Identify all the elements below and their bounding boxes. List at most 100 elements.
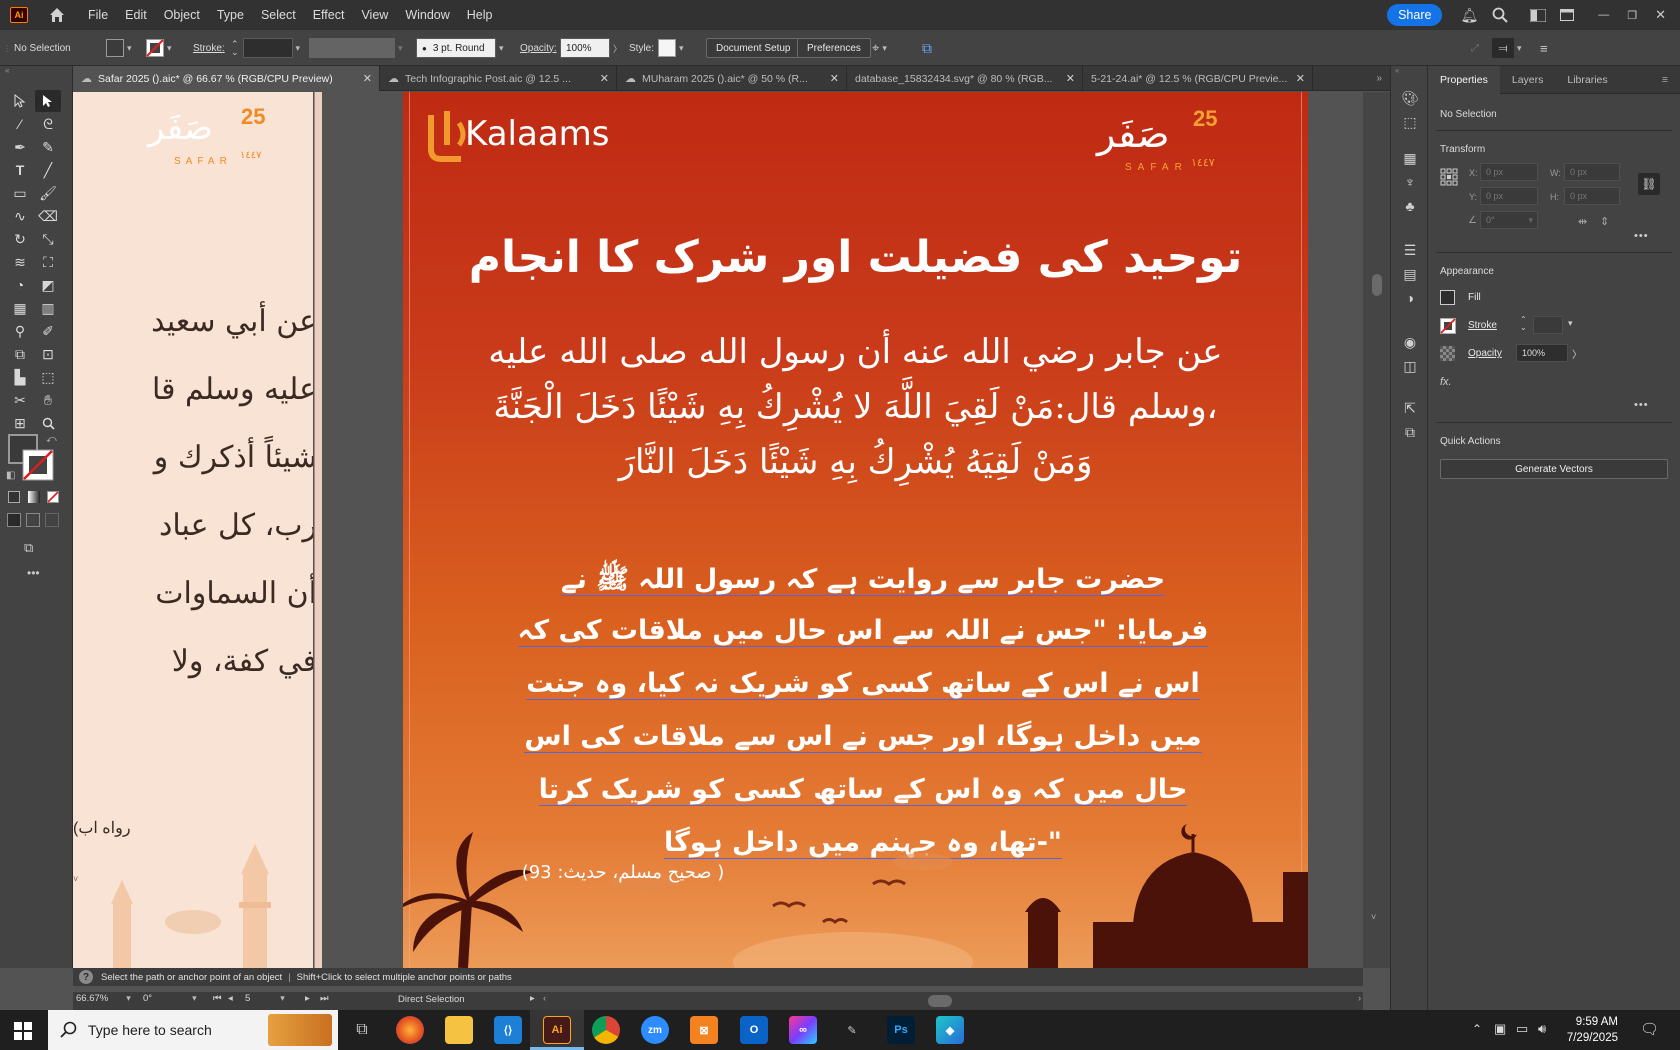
canvas[interactable]: صَفَر 25 SAFAR ١٤٤٧ عن أبي سعيد عليه وسل… [73,92,1390,968]
y-field[interactable]: 0 px [1480,187,1538,205]
gradient-tool-icon[interactable]: ▥ [35,297,61,319]
flip-horizontal-icon[interactable]: ⇹ [1578,215,1587,228]
generate-vectors-button[interactable]: Generate Vectors [1440,459,1668,479]
direct-selection-tool-icon[interactable] [35,90,61,112]
none-mode-icon[interactable] [47,491,59,503]
more-appearance-options-icon[interactable]: ••• [1634,399,1649,411]
next-artboard-icon[interactable]: ▸ [305,993,310,1004]
fill-swatch[interactable]: ▾ [106,30,132,66]
selection-tool-icon[interactable] [7,90,33,112]
free-transform-tool-icon[interactable]: ⛶ [35,251,61,273]
menu-lines-icon[interactable]: ≡ [1540,30,1548,66]
x-field[interactable]: 0 px [1480,163,1538,181]
edit-toolbar-icon[interactable]: ••• [27,566,40,580]
brush-definition-dropdown[interactable]: ● 3 pt. Round ▾ [416,30,504,66]
rotate-tool-icon[interactable]: ↻ [7,228,33,250]
line-tool-icon[interactable]: ╱ [35,159,61,181]
collapse-toolbar-icon[interactable]: « [5,66,9,75]
artboard-tool-icon[interactable]: ⬚ [35,366,61,388]
tab-libraries[interactable]: Libraries [1555,66,1619,94]
minimize-icon[interactable]: — [1598,9,1609,21]
bell-icon[interactable]: 🔔︎ [1460,7,1478,24]
w-field[interactable]: 0 px [1564,163,1620,181]
stroke-color-box[interactable] [22,449,54,481]
xampp-icon[interactable]: ⊠ [690,1016,718,1044]
outlook-icon[interactable]: O [740,1016,768,1044]
angle-field[interactable]: 0° ▾ [1480,211,1538,229]
graphic-style-swatch[interactable]: ▾ [658,30,684,66]
clock[interactable]: 9:59 AM 7/29/2025 [1567,1014,1618,1046]
menu-object[interactable]: Object [164,8,200,22]
image-trace-icon[interactable]: ⬚ [1401,114,1419,130]
zoom-field[interactable]: 66.67% ▾ [76,993,138,1009]
arrange-panel-icon[interactable]: ⫤ ▾ [1492,30,1522,66]
quick-action-icon[interactable]: ⧉ [922,30,932,66]
draw-normal-icon[interactable] [7,513,21,527]
horizontal-scroll-thumb[interactable] [928,995,952,1007]
default-colors-icon[interactable]: ◧ [6,470,15,481]
workspace-switcher-icon[interactable] [1530,8,1547,22]
notifications-icon[interactable]: 🗨︎ [1640,1020,1659,1038]
firefox-icon[interactable] [396,1016,424,1044]
previous-artboard-icon[interactable]: ◂ [228,993,233,1004]
type-tool-icon[interactable]: T [7,159,33,181]
blend-tool-icon[interactable]: ⧉ [7,343,33,365]
last-artboard-icon[interactable]: ⏭ [320,993,329,1004]
opacity-field[interactable]: 100% 〉 [560,30,622,66]
pen-tool-icon[interactable]: ✒ [7,136,33,158]
close-window-icon[interactable]: ✕ [1655,7,1666,23]
artboard-left[interactable]: صَفَر 25 SAFAR ١٤٤٧ عن أبي سعيد عليه وسل… [73,92,313,968]
hidden-icons-chevron-icon[interactable]: ⌃ [1472,1022,1482,1036]
volume-icon[interactable]: 🔊︎ [1538,1021,1546,1037]
more-tabs-icon[interactable]: » [1313,66,1390,90]
artboard-number-field[interactable]: 5 ▾ [245,993,297,1009]
photoshop-icon[interactable]: Ps [887,1016,915,1044]
stroke-weight-dropdown-icon[interactable]: ▾ [1568,318,1573,329]
taskbar-search-box[interactable]: Type here to search [48,1010,338,1050]
transparency-panel-icon[interactable]: ◑ [1401,290,1419,306]
column-graph-tool-icon[interactable]: ▙ [7,366,33,388]
panel-options-icon[interactable]: ⤢ [1471,30,1479,66]
tab-muharam-2025[interactable]: ☁ MUharam 2025 ().aic* @ 50 % (R... ✕ [617,66,847,91]
constrain-proportions-icon[interactable]: ⛓ [1638,173,1660,195]
file-explorer-icon[interactable] [445,1016,473,1044]
appearance-panel-icon[interactable]: ◉ [1401,334,1419,350]
network-icon[interactable]: ▭ [1516,1021,1528,1037]
print-tiling-tool-icon[interactable]: ⊞ [7,412,33,434]
stroke-weight-field[interactable] [1533,316,1563,334]
menu-window[interactable]: Window [405,8,449,22]
artboards-panel-icon[interactable]: ⧉ [1401,424,1419,440]
opacity-expand-icon[interactable]: 〉 [1572,346,1582,361]
vscode-icon[interactable]: ⟨⟩ [494,1016,522,1044]
opacity-field[interactable]: 100% [1516,344,1568,362]
arrange-documents-icon[interactable] [1560,9,1575,21]
chrome-icon[interactable] [592,1016,620,1044]
menu-help[interactable]: Help [467,8,493,22]
symbols-icon[interactable]: ♣ [1401,198,1419,214]
help-icon[interactable]: ? [79,970,93,984]
magic-wand-tool-icon[interactable]: ⁄ [7,113,33,135]
menu-edit[interactable]: Edit [125,8,147,22]
panel-menu-icon[interactable]: ≡ [1650,66,1680,94]
width-tool-icon[interactable]: ≋ [7,251,33,273]
stroke-weight-stepper[interactable]: ⌃ ⌄ ▾ [231,30,300,66]
opacity-label[interactable]: Opacity [1468,348,1502,359]
document-setup-button[interactable]: Document Setup [706,38,801,58]
stroke-panel-icon[interactable]: ☰ [1401,242,1419,258]
swatches-icon[interactable]: ▦ [1401,150,1419,166]
swap-colors-icon[interactable]: ⤺ [46,434,57,445]
close-tab-icon[interactable]: ✕ [600,72,609,85]
paintbrush-tool-icon[interactable]: 🖌︎ [35,182,61,204]
shaper-tool-icon[interactable]: ∿ [7,205,33,227]
menu-file[interactable]: File [88,8,108,22]
menu-effect[interactable]: Effect [313,8,345,22]
tab-tech-infographic[interactable]: ☁ Tech Infographic Post.aic @ 12.5 ... ✕ [380,66,617,91]
first-artboard-icon[interactable]: ⏮ [213,993,222,1004]
tab-5-21-24[interactable]: 5-21-24.ai* @ 12.5 % (RGB/CPU Previe... … [1083,66,1313,91]
restore-icon[interactable]: ❐ [1627,9,1637,22]
close-tab-icon[interactable]: ✕ [363,72,372,85]
export-icon[interactable]: ⇱ [1401,400,1419,416]
align-options-icon[interactable]: ⌖ ▾ [872,30,887,66]
menu-type[interactable]: Type [217,8,244,22]
screen-mode-icon[interactable]: ⧉ [24,540,33,556]
